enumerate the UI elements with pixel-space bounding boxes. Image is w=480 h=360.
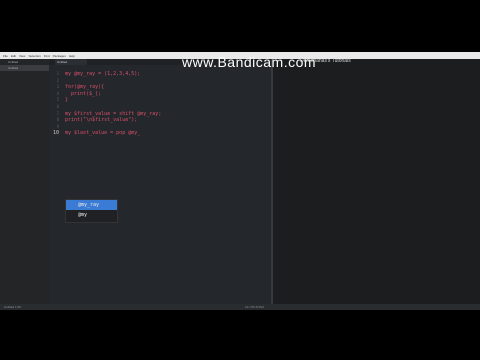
code-line[interactable]: my @my_ray = (1,2,3,4,5); (65, 71, 140, 77)
line-number: 8 (56, 117, 59, 123)
menu-selection[interactable]: Selection (28, 54, 40, 58)
menu-edit[interactable]: Edit (11, 54, 16, 58)
code-line[interactable]: print("\n$first_value"); (65, 117, 137, 123)
autocomplete-popup: @my_ray @my (65, 199, 118, 223)
code-line[interactable]: for(@my_ray){ (65, 84, 104, 90)
menu-find[interactable]: Find (44, 54, 50, 58)
line-number: 5 (56, 97, 59, 103)
line-number: 4 (56, 90, 59, 96)
line-number: 2 (56, 77, 59, 83)
autocomplete-item-selected[interactable]: @my_ray (66, 200, 117, 210)
status-left: Untitled 1:25 (4, 305, 21, 309)
tree-view-sidebar: Untitled Untitled (0, 59, 49, 304)
watermark-subtitle: Derekbanas's Tutorials (300, 58, 351, 64)
code-line[interactable]: my $first_value = shift @my_ray; (65, 111, 161, 117)
autocomplete-item[interactable]: @my (66, 210, 117, 220)
autocomplete-item-label: @my (78, 212, 88, 218)
empty-pane (273, 59, 480, 304)
line-number: 9 (56, 123, 59, 129)
recording-watermark: www.Bandicam.com (182, 54, 317, 70)
menu-view[interactable]: View (19, 54, 25, 58)
line-number-gutter: 1 2 3 4 5 6 7 8 9 10 (49, 65, 61, 298)
line-number: 10 (52, 130, 59, 137)
code-line[interactable]: } (65, 97, 68, 103)
tab-label: Untitled (57, 60, 68, 64)
autocomplete-item-label: @my_ray (78, 202, 100, 208)
sidebar-item-file[interactable]: Untitled (0, 65, 49, 71)
code-line[interactable]: print($_); (65, 91, 101, 97)
menu-packages[interactable]: Packages (53, 54, 66, 58)
code-editor[interactable]: Untitled 1 2 3 4 5 6 7 8 9 10 my @my_ray = (1,2,3… (49, 59, 271, 304)
app-window: File Edit View Selection Find Packages H… (0, 52, 480, 310)
line-number: 3 (56, 84, 59, 90)
code-line[interactable]: my $last_value = pop @my_ (65, 130, 140, 136)
status-bar: Untitled 1:25 LF UTF-8 Perl (0, 304, 480, 310)
line-number: 1 (56, 71, 59, 76)
sidebar-item-label: Untitled (8, 66, 19, 70)
menu-file[interactable]: File (3, 54, 8, 58)
menu-help[interactable]: Help (69, 54, 75, 58)
status-right: LF UTF-8 Perl (245, 305, 265, 309)
code-area[interactable]: my @my_ray = (1,2,3,4,5); for(@my_ray){ p… (65, 65, 265, 298)
sidebar-item-label: Untitled (8, 60, 19, 64)
line-number: 6 (56, 104, 59, 109)
line-number: 7 (56, 110, 59, 116)
